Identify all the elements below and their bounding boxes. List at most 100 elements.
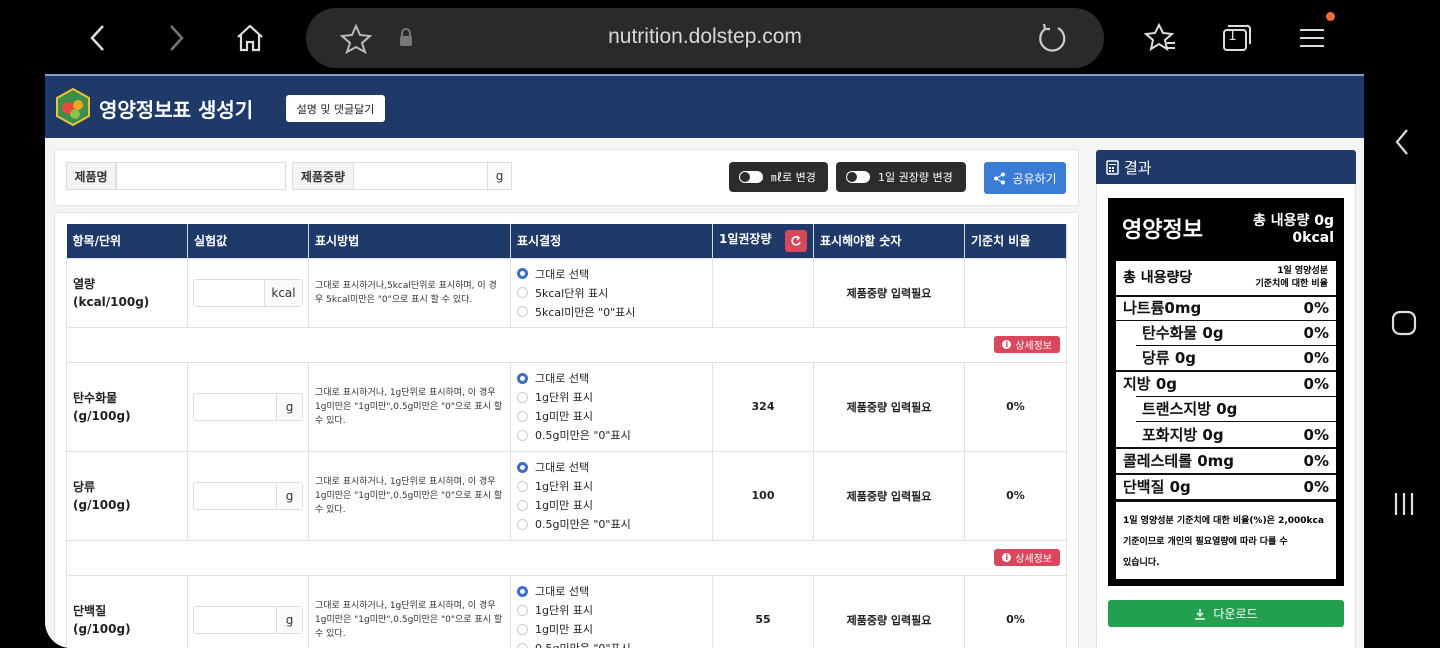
radio-icon[interactable] [517,429,528,441]
site-logo-icon[interactable] [55,87,91,130]
radio-icon[interactable] [517,518,528,530]
radio-icon[interactable] [517,642,528,648]
radio-icon[interactable] [517,391,528,403]
radio-icon[interactable] [517,604,528,616]
reload-icon[interactable] [1036,23,1068,59]
reset-daily-icon[interactable] [785,229,807,252]
daily-value: 100 [712,450,814,541]
tab-count: 1 [1228,28,1237,44]
system-recents-icon[interactable] [1392,490,1416,522]
item-name: 단백질 [73,603,107,618]
detail-label: 상세정보 [1015,341,1052,352]
radio-option[interactable]: 1g단위 표시 [511,388,712,407]
col-header-display: 표시해야할 숫자 [813,224,965,258]
radio-selected-icon[interactable] [517,372,528,384]
footnote-line: 있습니다. [1123,558,1160,568]
product-name-input[interactable] [116,162,286,190]
download-button[interactable]: 다운로드 [1108,600,1344,627]
radio-selected-icon[interactable] [517,585,528,597]
nutrient-name: 콜레스테롤 0mg [1123,452,1235,470]
radio-icon[interactable] [517,499,528,511]
share-button[interactable]: 공유하기 [984,162,1066,194]
radio-option[interactable]: 0.5g미만은 "0"표시 [511,515,712,534]
radio-option[interactable]: 0.5g미만은 "0"표시 [511,639,712,648]
table-row: 당류 (g/100g) g 그대로 표시하거나, 1g단위로 표시하며, 이 경우… [66,450,1067,541]
nutrient-pct: 0% [1303,451,1329,470]
label-daily-head-1: 1일 영양성분 [1277,266,1328,276]
value-input[interactable] [194,394,276,420]
radio-option[interactable]: 1g미만 표시 [511,620,712,639]
ml-toggle-button[interactable]: ㎖로 변경 [729,162,828,192]
value-unit: g [276,482,302,509]
radio-icon[interactable] [517,306,528,317]
daily-toggle-label: 1일 권장량 변경 [878,171,953,184]
label-total-amount: 총 내용량 0g [1252,213,1334,229]
value-unit: kcal [264,279,302,306]
display-value: 제품중량 입력필요 [813,450,965,541]
table-row: 탄수화물 (g/100g) g 그대로 표시하거나, 1g단위로 표시하며, 이 … [66,361,1067,452]
value-input[interactable] [194,280,264,306]
bookmarks-icon[interactable] [1140,18,1180,58]
menu-icon[interactable] [1292,12,1335,58]
radio-option[interactable]: 1g미만 표시 [511,496,712,515]
radio-icon[interactable] [517,623,528,635]
radio-option[interactable]: 그대로 선택 [511,582,712,601]
tabs-icon[interactable]: 1 [1215,18,1255,58]
forward-icon[interactable] [156,18,196,58]
item-unit: (g/100g) [73,497,131,512]
toggle-switch-icon[interactable] [739,171,763,183]
label-daily-ratio-head: 1일 영양성분 기준치에 대한 비율 [1255,265,1328,291]
radio-option[interactable]: 1g단위 표시 [511,601,712,620]
value-input-group: kcal [193,278,303,307]
radio-option[interactable]: 그대로 선택 [511,369,712,388]
radio-selected-icon[interactable] [517,461,528,473]
product-weight-input[interactable] [353,162,488,190]
value-input-group: g [193,392,303,421]
item-name: 당류 [73,479,96,494]
system-nav-bar [1364,76,1440,648]
site-title[interactable]: 영양정보표 생성기 [99,94,253,123]
radio-option[interactable]: 그대로 선택 [511,458,712,477]
label-divider [1116,499,1336,502]
daily-value-toggle-button[interactable]: 1일 권장량 변경 [836,162,966,192]
value-input[interactable] [194,607,276,633]
back-icon[interactable] [78,18,118,58]
radio-icon[interactable] [517,410,528,422]
radio-icon[interactable] [517,480,528,492]
detail-info-button[interactable]: i 상세정보 [994,549,1060,566]
home-icon[interactable] [230,18,270,58]
method-text: 그대로 표시하거나,5kcal단위로 표시하며, 이 경우 5kcal미만은 "… [308,257,511,328]
col-header-item: 항목/단위 [66,224,188,258]
toggle-switch-icon[interactable] [846,171,870,183]
detail-label: 상세정보 [1015,554,1052,565]
label-nutrient-row: 지방 0g 0% [1123,371,1329,396]
item-cell: 당류 (g/100g) [66,450,188,541]
radio-selected-icon[interactable] [517,268,528,279]
nutrient-name: 지방 0g [1123,375,1177,393]
help-comments-button[interactable]: 설명 및 댓글달기 [286,95,385,122]
nutrient-pct: 0% [1303,323,1329,342]
weight-unit: g [487,162,512,190]
system-home-icon[interactable] [1391,310,1417,340]
radio-icon[interactable] [517,287,528,298]
value-input-group: g [193,605,303,634]
radio-option[interactable]: 5kcal단위 표시 [511,283,712,302]
decision-cell: 그대로 선택 5kcal단위 표시 5kcal미만은 "0"표시 [510,257,713,328]
radio-option[interactable]: 1g단위 표시 [511,477,712,496]
detail-row: i 상세정보 [66,539,1067,576]
info-icon: i [1002,553,1012,562]
footnote-line: 1일 영양성분 기준치에 대한 비율(%)은 2,000kca [1123,516,1324,526]
value-input-group: g [193,481,303,510]
value-input[interactable] [194,483,276,509]
system-back-icon[interactable] [1394,128,1410,160]
detail-info-button[interactable]: i 상세정보 [994,336,1060,353]
radio-option[interactable]: 0.5g미만은 "0"표시 [511,426,712,445]
radio-option[interactable]: 5kcal미만은 "0"표시 [511,302,712,321]
detail-cell: i 상세정보 [66,539,1067,576]
address-bar[interactable]: nutrition.dolstep.com [306,8,1104,68]
item-cell: 열량 (kcal/100g) [66,257,188,328]
radio-option[interactable]: 그대로 선택 [511,264,712,283]
radio-option[interactable]: 1g미만 표시 [511,407,712,426]
ml-toggle-label: ㎖로 변경 [771,171,816,184]
radio-label: 1g단위 표시 [535,391,593,404]
